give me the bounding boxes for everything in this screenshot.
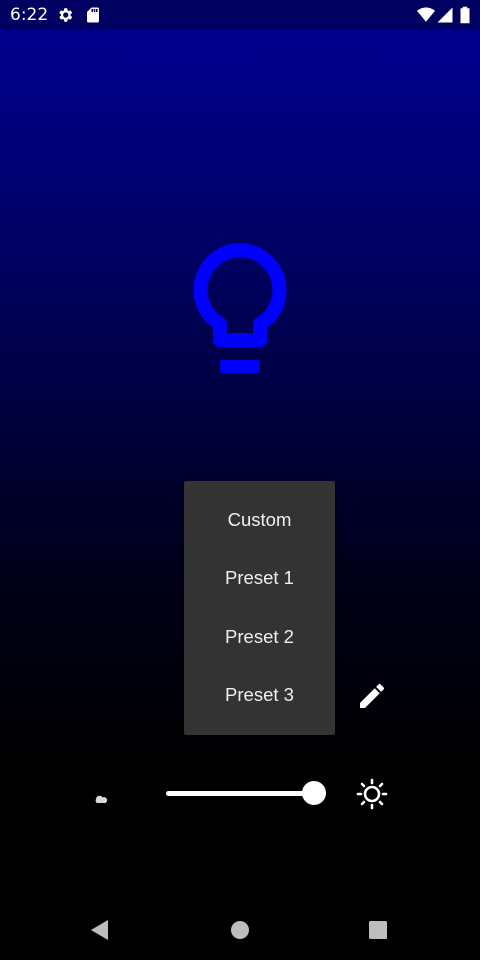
home-icon[interactable] bbox=[228, 918, 252, 942]
signal-icon bbox=[437, 7, 453, 23]
lightbulb-icon bbox=[193, 243, 287, 373]
moon-icon[interactable] bbox=[90, 778, 122, 810]
menu-item-preset-2[interactable]: Preset 2 bbox=[184, 608, 335, 666]
navigation-bar bbox=[0, 900, 480, 960]
recents-icon[interactable] bbox=[366, 918, 390, 942]
back-icon[interactable] bbox=[88, 918, 112, 942]
wifi-icon bbox=[417, 7, 435, 22]
settings-icon bbox=[59, 8, 73, 22]
status-bar: 6:22 bbox=[0, 0, 480, 30]
slider-track bbox=[166, 791, 314, 796]
menu-item-custom[interactable]: Custom bbox=[184, 491, 335, 549]
preset-menu: Custom Preset 1 Preset 2 Preset 3 bbox=[184, 481, 335, 735]
menu-item-preset-1[interactable]: Preset 1 bbox=[184, 549, 335, 607]
brightness-slider[interactable] bbox=[166, 780, 328, 808]
battery-icon bbox=[460, 6, 470, 24]
slider-thumb[interactable] bbox=[302, 781, 326, 805]
menu-item-preset-3[interactable]: Preset 3 bbox=[184, 666, 335, 724]
sd-card-icon bbox=[87, 7, 99, 23]
sun-icon[interactable] bbox=[356, 778, 388, 810]
pencil-icon[interactable] bbox=[356, 680, 388, 712]
status-time: 6:22 bbox=[10, 5, 49, 25]
